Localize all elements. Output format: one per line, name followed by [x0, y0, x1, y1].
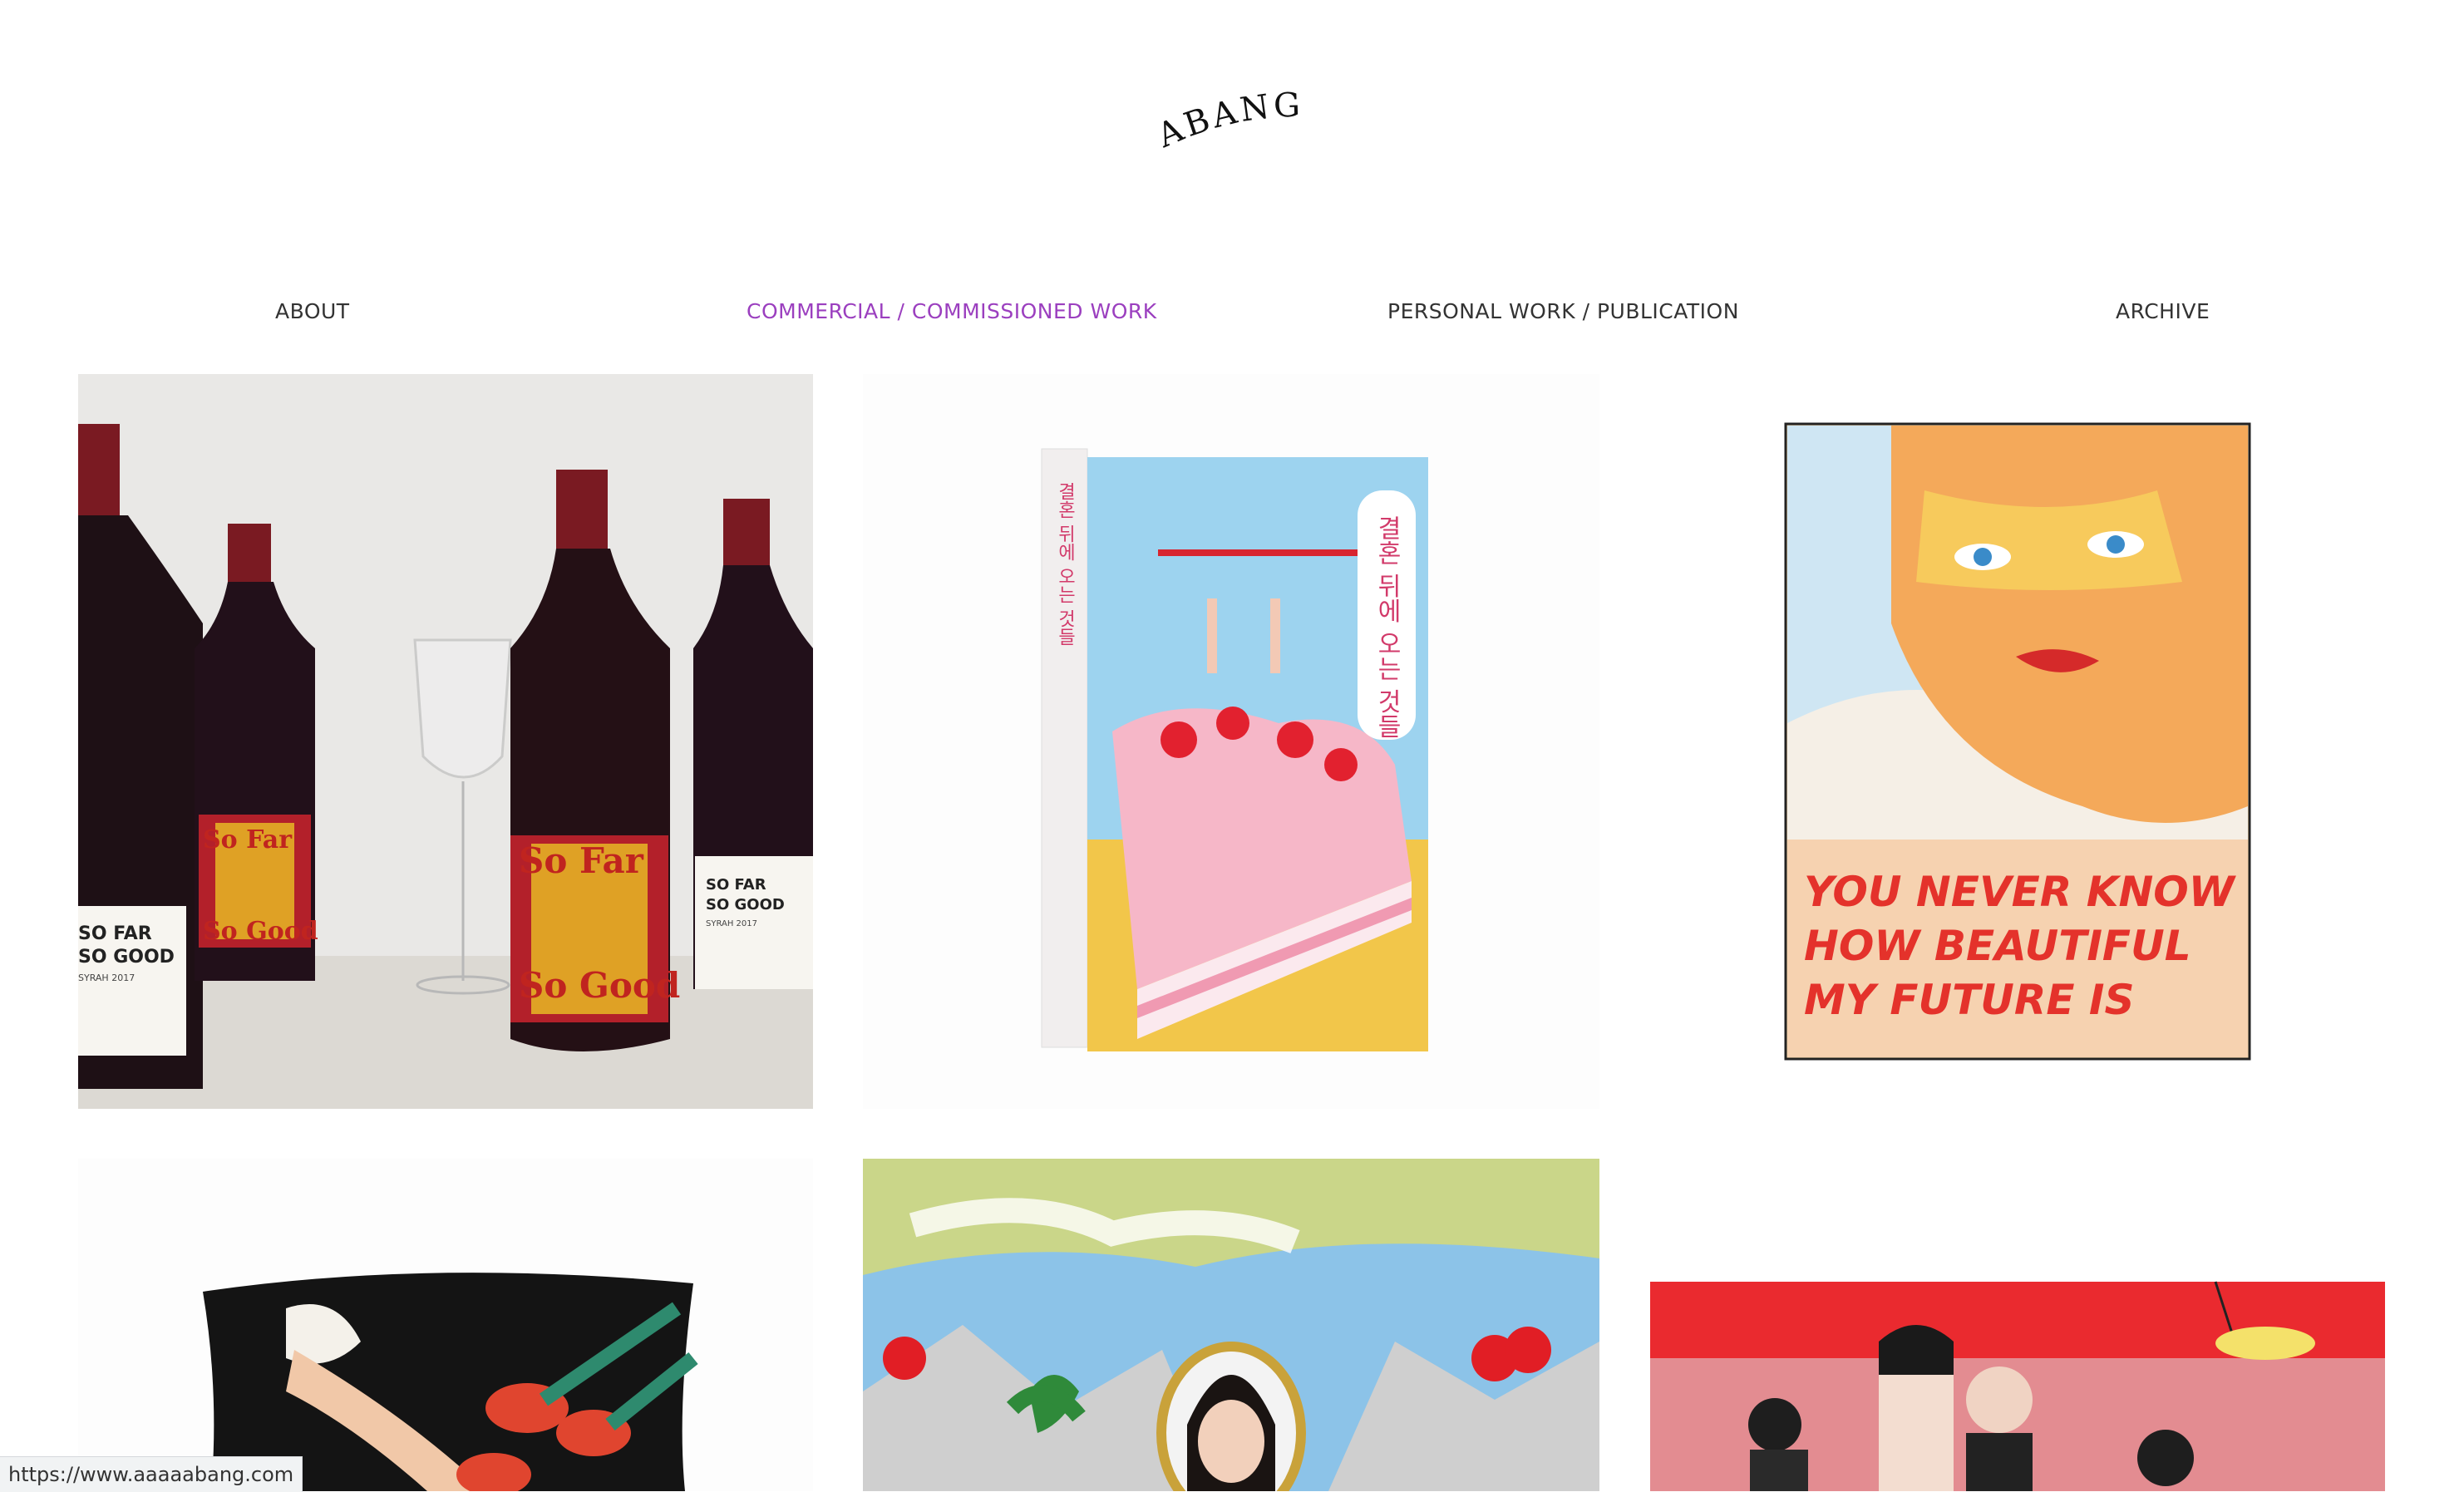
gallery-item-red-stage[interactable]: [1650, 1159, 2385, 1491]
gallery-item-cherries-portrait[interactable]: [863, 1159, 1599, 1491]
poster-text-line: HOW BEAUTIFUL: [1804, 922, 2191, 970]
poster-text-line: YOU NEVER KNOW: [1804, 868, 2237, 916]
logo-text: ABANG: [1151, 86, 1301, 156]
wine-label-vintage: SYRAH 2017: [706, 919, 757, 928]
poster-image: YOU NEVER KNOW HOW BEAUTIFUL MY FUTURE I…: [1650, 374, 2385, 1109]
red-stage-image: [1650, 1159, 2385, 1491]
wine-bottles-image: SO FAR SO GOOD SYRAH 2017 So Far So Good…: [78, 374, 813, 1109]
svg-text:ABANG: ABANG: [1151, 86, 1304, 156]
wine-art-text: So Good: [519, 965, 680, 1006]
nav-commercial-work[interactable]: COMMERCIAL / COMMISSIONED WORK: [747, 299, 1157, 323]
cushion-image: [78, 1159, 813, 1491]
wine-label-text: SO GOOD: [78, 947, 175, 968]
book-spine-title: 결혼 뒤에 오는 것들: [1055, 482, 1076, 646]
gallery-item-wine-bottles[interactable]: SO FAR SO GOOD SYRAH 2017 So Far So Good…: [78, 374, 813, 1109]
nav-personal-work[interactable]: PERSONAL WORK / PUBLICATION: [1387, 299, 1739, 323]
cherries-portrait-image: [863, 1159, 1599, 1491]
gallery-item-book-cover[interactable]: 결혼 뒤에 오는 것들 결혼 뒤에 오는 것들: [863, 374, 1599, 1109]
wine-art-text: So Far: [203, 825, 293, 854]
gallery-item-cushion[interactable]: [78, 1159, 813, 1491]
wine-art-text: So Good: [203, 917, 318, 946]
wine-label-text: SO GOOD: [706, 896, 785, 913]
nav-about[interactable]: ABOUT: [275, 299, 350, 323]
book-cover-image: 결혼 뒤에 오는 것들 결혼 뒤에 오는 것들: [863, 374, 1599, 1109]
nav-archive[interactable]: ARCHIVE: [2116, 299, 2210, 323]
poster-text-line: MY FUTURE IS: [1804, 976, 2135, 1024]
wine-label-text: SO FAR: [706, 876, 766, 894]
status-bar-url: https://www.aaaaabang.com: [0, 1456, 303, 1492]
site-logo[interactable]: ABANG: [1147, 83, 1313, 158]
wine-label-text: SO FAR: [78, 923, 152, 944]
wine-art-text: So Far: [519, 840, 644, 881]
wine-label-vintage: SYRAH 2017: [78, 973, 135, 983]
gallery-item-poster[interactable]: YOU NEVER KNOW HOW BEAUTIFUL MY FUTURE I…: [1650, 374, 2385, 1109]
book-title: 결혼 뒤에 오는 것들: [1372, 515, 1402, 739]
